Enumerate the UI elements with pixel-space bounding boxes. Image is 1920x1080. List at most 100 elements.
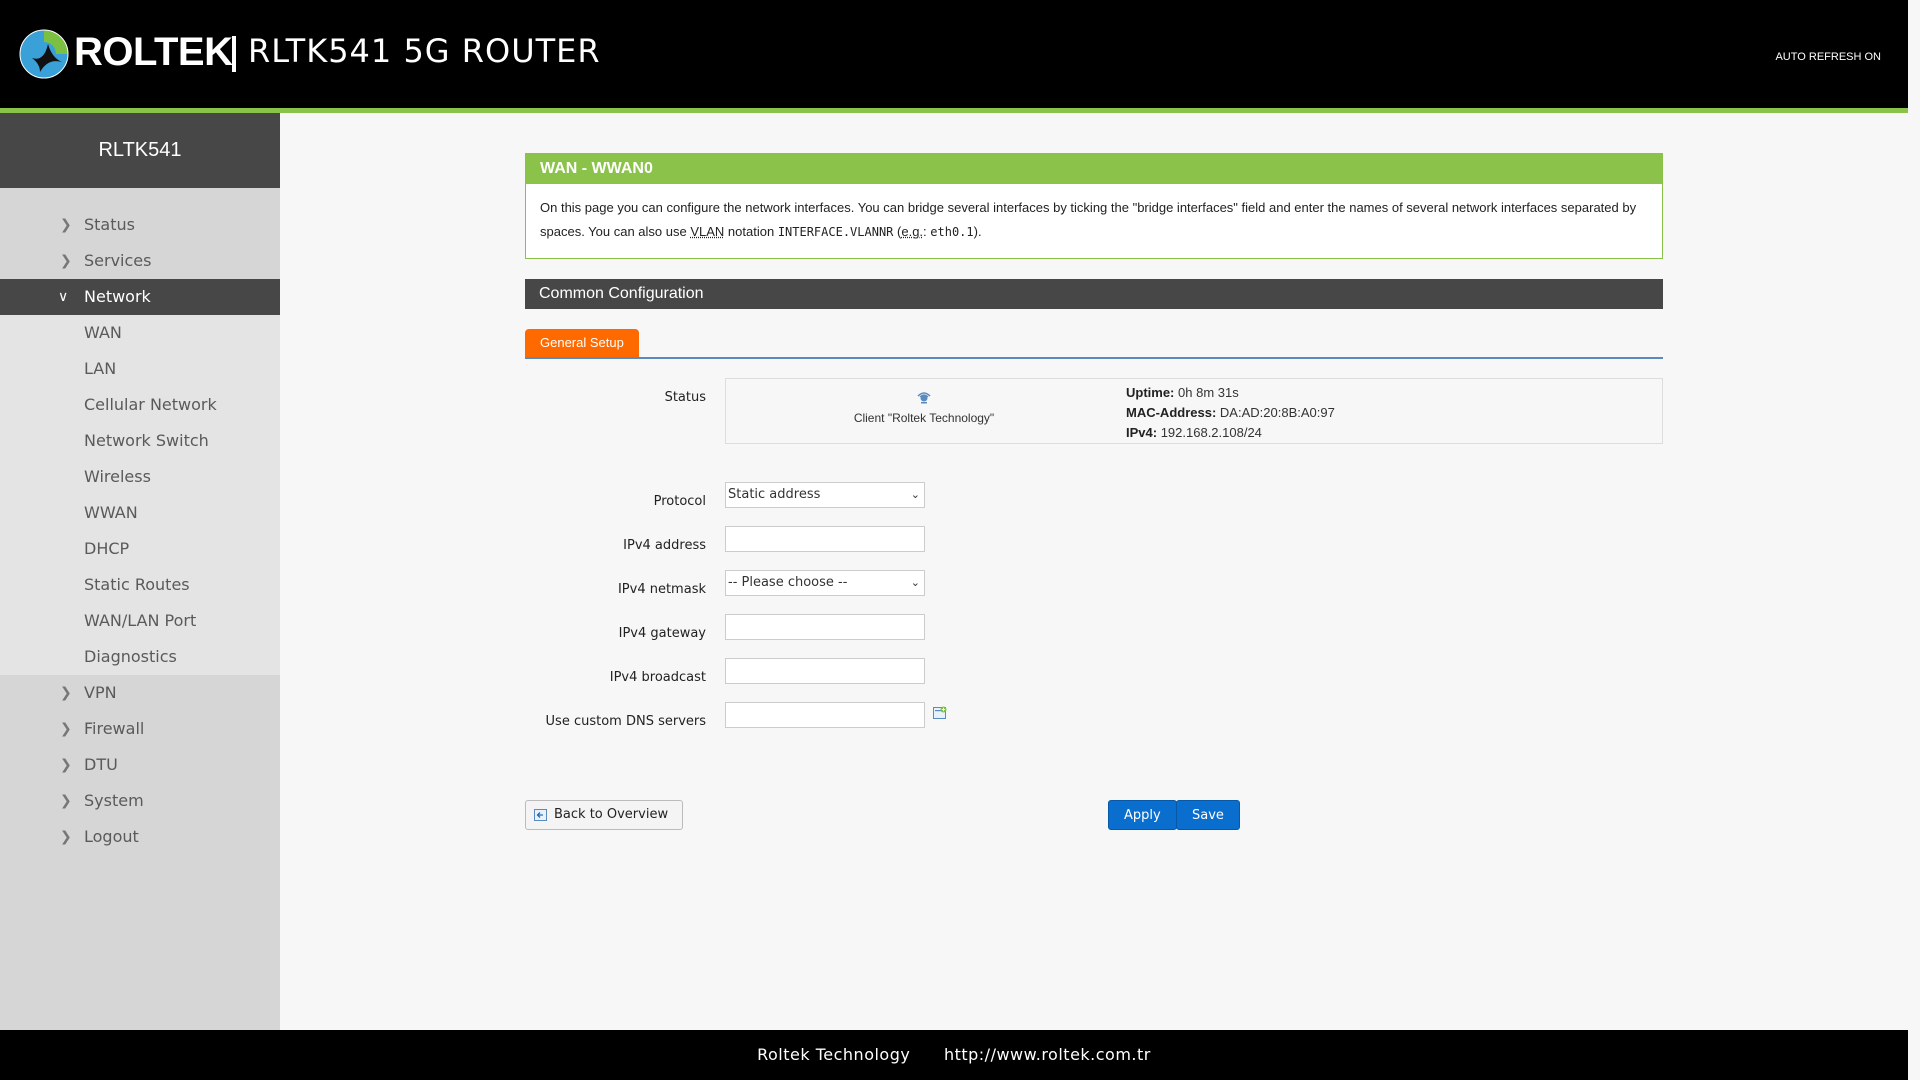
ipv4-gateway-input[interactable] <box>725 614 925 640</box>
sidebar-subitem-wan-lan-port[interactable]: WAN/LAN Port <box>0 603 280 639</box>
chevron-right-icon: ❯ <box>60 721 72 737</box>
tab-general-setup[interactable]: General Setup <box>525 329 639 357</box>
vlan-abbr: VLAN <box>690 224 725 239</box>
sidebar-item-firewall[interactable]: ❯ Firewall <box>0 711 280 747</box>
ipv4-address-label: IPv4 address <box>623 538 706 553</box>
sidebar-subitem-wan[interactable]: WAN <box>0 315 280 351</box>
back-arrow-icon <box>534 809 547 821</box>
sidebar-subitem-static-routes[interactable]: Static Routes <box>0 567 280 603</box>
ipv4-netmask-select[interactable]: -- Please choose -- ⌄ <box>725 570 925 596</box>
back-label: Back to Overview <box>554 807 669 822</box>
mac-value: DA:AD:20:8B:A0:97 <box>1219 405 1335 420</box>
apply-button[interactable]: Apply <box>1108 800 1177 830</box>
protocol-select[interactable]: Static address ⌄ <box>725 482 925 508</box>
ipv4-netmask-row: IPv4 netmask -- Please choose -- ⌄ <box>525 570 1663 614</box>
sidebar-item-vpn[interactable]: ❯ VPN <box>0 675 280 711</box>
mac-label: MAC-Address: <box>1126 405 1217 420</box>
dns-row: Use custom DNS servers <box>525 702 1663 746</box>
ipv4-gateway-label: IPv4 gateway <box>618 626 706 641</box>
footer: Roltek Technology http://www.roltek.com.… <box>0 1030 1908 1080</box>
client-name: Client "Roltek Technology" <box>853 411 995 425</box>
sidebar-subitem-cellular-network[interactable]: Cellular Network <box>0 387 280 423</box>
ipv4-netmask-label: IPv4 netmask <box>617 582 706 597</box>
wan-info-box: WAN - WWAN0 On this page you can configu… <box>525 153 1663 259</box>
sidebar: RLTK541 ❯ Status ❯ Services ∨ Network WA… <box>0 113 280 1030</box>
status-info: Uptime: 0h 8m 31s MAC-Address: DA:AD:20:… <box>1126 383 1335 443</box>
sidebar-item-status[interactable]: ❯ Status <box>0 207 280 243</box>
header-accent-bar <box>0 108 1908 113</box>
network-submenu: WAN LAN Cellular Network Network Switch … <box>0 315 280 675</box>
sidebar-subitem-lan[interactable]: LAN <box>0 351 280 387</box>
eg-abbr: e.g. <box>901 224 924 239</box>
desc-text: ). <box>973 224 982 239</box>
sidebar-hostname: RLTK541 <box>0 113 280 188</box>
sidebar-item-label: Network <box>84 287 151 306</box>
chevron-right-icon: ❯ <box>60 793 72 809</box>
protocol-value: Static address <box>728 487 821 502</box>
top-header: ROLTEK RLTK541 5G ROUTER AUTO REFRESH ON <box>0 0 1908 108</box>
status-row: Status Client "Roltek Technology" Uptime… <box>525 378 1663 444</box>
product-title-text: RLTK541 5G ROUTER <box>248 32 601 70</box>
main-content: WAN - WWAN0 On this page you can configu… <box>525 153 1663 830</box>
sidebar-item-dtu[interactable]: ❯ DTU <box>0 747 280 783</box>
ipv4-address-input[interactable] <box>725 526 925 552</box>
auto-refresh-toggle[interactable]: AUTO REFRESH ON <box>1775 51 1881 63</box>
ipv4-broadcast-input[interactable] <box>725 658 925 684</box>
chevron-right-icon: ❯ <box>60 217 72 233</box>
status-label: Status <box>664 390 706 405</box>
uptime-value: 0h 8m 31s <box>1178 385 1239 400</box>
add-entry-icon[interactable] <box>933 706 947 720</box>
code-example: eth0.1 <box>930 225 974 239</box>
wireless-client-icon <box>917 392 931 404</box>
back-to-overview-button[interactable]: Back to Overview <box>525 800 684 830</box>
footer-company: Roltek Technology <box>757 1045 911 1064</box>
uptime-line: Uptime: 0h 8m 31s <box>1126 383 1335 403</box>
sidebar-subitem-wwan[interactable]: WWAN <box>0 495 280 531</box>
dns-input[interactable] <box>725 702 925 728</box>
sidebar-subitem-diagnostics[interactable]: Diagnostics <box>0 639 280 675</box>
ipv4-label: IPv4: <box>1126 425 1158 440</box>
ipv4-broadcast-row: IPv4 broadcast <box>525 658 1663 702</box>
wan-description: On this page you can configure the netwo… <box>526 184 1662 258</box>
roltek-logo-icon <box>19 29 69 79</box>
header-divider <box>232 36 236 72</box>
brand-name: ROLTEK <box>74 30 233 74</box>
status-client: Client "Roltek Technology" <box>726 389 1122 425</box>
sidebar-subitem-network-switch[interactable]: Network Switch <box>0 423 280 459</box>
sidebar-item-label: Firewall <box>84 719 145 738</box>
protocol-label: Protocol <box>653 494 706 509</box>
status-panel: Client "Roltek Technology" Uptime: 0h 8m… <box>725 378 1663 444</box>
chevron-down-icon: ∨ <box>58 289 69 305</box>
action-bar: Back to Overview Apply Save <box>525 800 1663 830</box>
uptime-label: Uptime: <box>1126 385 1175 400</box>
ipv4-address-row: IPv4 address <box>525 526 1663 570</box>
chevron-right-icon: ❯ <box>60 757 72 773</box>
sidebar-item-system[interactable]: ❯ System <box>0 783 280 819</box>
chevron-right-icon: ❯ <box>60 253 72 269</box>
sidebar-item-label: Services <box>84 251 152 270</box>
footer-url[interactable]: http://www.roltek.com.tr <box>944 1045 1151 1064</box>
save-button[interactable]: Save <box>1176 800 1240 830</box>
chevron-down-icon: ⌄ <box>910 488 920 501</box>
sidebar-item-label: Logout <box>84 827 139 846</box>
dns-label: Use custom DNS servers <box>545 714 706 729</box>
sidebar-item-label: System <box>84 791 144 810</box>
chevron-right-icon: ❯ <box>60 685 72 701</box>
sidebar-item-network[interactable]: ∨ Network <box>0 279 280 315</box>
sidebar-subitem-wireless[interactable]: Wireless <box>0 459 280 495</box>
dns-field-group <box>725 702 955 728</box>
ipv4-gateway-row: IPv4 gateway <box>525 614 1663 658</box>
sidebar-subitem-dhcp[interactable]: DHCP <box>0 531 280 567</box>
product-title: RLTK541 5G ROUTER <box>248 32 601 70</box>
sidebar-item-label: Status <box>84 215 135 234</box>
protocol-row: Protocol Static address ⌄ <box>525 482 1663 526</box>
chevron-down-icon: ⌄ <box>910 576 920 589</box>
mac-line: MAC-Address: DA:AD:20:8B:A0:97 <box>1126 403 1335 423</box>
sidebar-item-logout[interactable]: ❯ Logout <box>0 819 280 855</box>
ipv4-value: 192.168.2.108/24 <box>1160 425 1262 440</box>
config-tabs: General Setup <box>525 329 1663 359</box>
chevron-right-icon: ❯ <box>60 829 72 845</box>
code-interface: INTERFACE.VLANNR <box>777 225 894 239</box>
sidebar-item-services[interactable]: ❯ Services <box>0 243 280 279</box>
